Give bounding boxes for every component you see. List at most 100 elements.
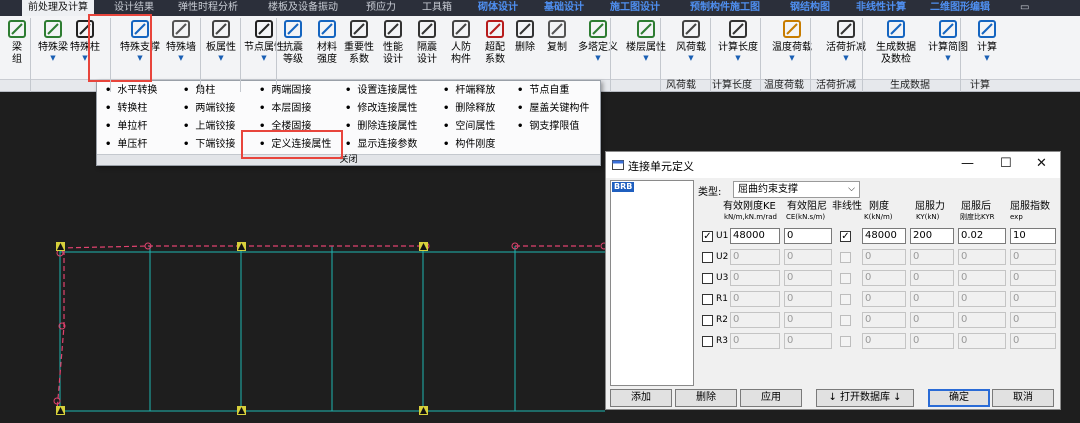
- ribbon-button-8[interactable]: 材料 强度: [314, 18, 340, 66]
- ribbon-button-23[interactable]: 计算简图 ▼: [928, 18, 968, 62]
- ribbon-button-11[interactable]: 隔震 设计: [414, 18, 440, 66]
- menu-tab-4[interactable]: 预应力: [366, 0, 396, 16]
- field-exp[interactable]: 0: [1010, 291, 1056, 307]
- dropdown-item[interactable]: • 两端铰接: [183, 102, 235, 115]
- field-kyr[interactable]: 0.02: [958, 228, 1006, 244]
- dropdown-item[interactable]: • 水平转换: [105, 84, 157, 97]
- ribbon-button-19[interactable]: 计算长度 ▼: [718, 18, 758, 62]
- field-k[interactable]: 0: [862, 333, 906, 349]
- dropdown-item[interactable]: • 屋盖关键构件: [517, 102, 589, 115]
- field-ky[interactable]: 0: [910, 270, 954, 286]
- dropdown-item[interactable]: • 设置连接属性: [345, 84, 417, 97]
- field-ce[interactable]: 0: [784, 312, 832, 328]
- window-menu-icon[interactable]: ▭: [1020, 0, 1029, 16]
- dropdown-item[interactable]: • 构件刚度: [443, 138, 495, 151]
- field-kyr[interactable]: 0: [958, 333, 1006, 349]
- dof-checkbox[interactable]: ✓: [702, 231, 713, 242]
- dropdown-item[interactable]: • 空间属性: [443, 120, 495, 133]
- ribbon-button-15[interactable]: 复制: [544, 18, 570, 54]
- dropdown-item[interactable]: • 删除连接属性: [345, 120, 417, 133]
- dropdown-item[interactable]: • 杆端释放: [443, 84, 495, 97]
- ribbon-button-18[interactable]: 风荷载 ▼: [676, 18, 706, 62]
- field-kyr[interactable]: 0: [958, 291, 1006, 307]
- ok-button[interactable]: 确定: [928, 389, 990, 407]
- ribbon-button-14[interactable]: 删除: [512, 18, 538, 54]
- dropdown-item[interactable]: • 下端铰接: [183, 138, 235, 151]
- menu-tab-8[interactable]: 施工图设计: [610, 0, 660, 16]
- nonlinear-checkbox[interactable]: [840, 294, 851, 305]
- field-kyr[interactable]: 0: [958, 312, 1006, 328]
- field-ke[interactable]: 0: [730, 291, 780, 307]
- field-ke[interactable]: 0: [730, 312, 780, 328]
- field-ce[interactable]: 0: [784, 249, 832, 265]
- field-k[interactable]: 0: [862, 249, 906, 265]
- field-ky[interactable]: 0: [910, 312, 954, 328]
- field-ky[interactable]: 200: [910, 228, 954, 244]
- ribbon-button-13[interactable]: 超配 系数: [482, 18, 508, 66]
- menu-tab-7[interactable]: 基础设计: [544, 0, 584, 16]
- nonlinear-checkbox[interactable]: [840, 336, 851, 347]
- field-k[interactable]: 0: [862, 270, 906, 286]
- field-ky[interactable]: 0: [910, 291, 954, 307]
- dropdown-item[interactable]: • 修改连接属性: [345, 102, 417, 115]
- menu-tab-6[interactable]: 砌体设计: [478, 0, 518, 16]
- menu-tab-0[interactable]: 前处理及计算: [22, 0, 94, 16]
- field-exp[interactable]: 10: [1010, 228, 1056, 244]
- dropdown-item[interactable]: • 本层固接: [259, 102, 311, 115]
- add-button[interactable]: 添加: [610, 389, 672, 407]
- dof-checkbox[interactable]: [702, 273, 713, 284]
- minimize-icon[interactable]: —: [961, 156, 974, 172]
- dropdown-item[interactable]: • 单压杆: [105, 138, 147, 151]
- nonlinear-checkbox[interactable]: ✓: [840, 231, 851, 242]
- dof-checkbox[interactable]: [702, 252, 713, 263]
- apply-button[interactable]: 应用: [740, 389, 802, 407]
- field-ke[interactable]: 0: [730, 333, 780, 349]
- menu-tab-12[interactable]: 二维图形编辑: [930, 0, 990, 16]
- dropdown-item[interactable]: • 上端铰接: [183, 120, 235, 133]
- dropdown-item[interactable]: • 两端固接: [259, 84, 311, 97]
- menu-tab-2[interactable]: 弹性时程分析: [178, 0, 238, 16]
- dof-checkbox[interactable]: [702, 294, 713, 305]
- ribbon-button-9[interactable]: 重要性 系数: [344, 18, 374, 66]
- field-k[interactable]: 0: [862, 312, 906, 328]
- field-ke[interactable]: 0: [730, 270, 780, 286]
- connection-type-list[interactable]: BRB: [610, 180, 694, 386]
- dropdown-item[interactable]: • 转换柱: [105, 102, 147, 115]
- ribbon-button-1[interactable]: 特殊梁 ▼: [38, 18, 68, 62]
- ribbon-button-20[interactable]: 温度荷载 ▼: [772, 18, 812, 62]
- ribbon-button-0[interactable]: 梁组: [4, 18, 30, 66]
- dof-checkbox[interactable]: [702, 315, 713, 326]
- ribbon-button-10[interactable]: 性能 设计: [380, 18, 406, 66]
- field-exp[interactable]: 0: [1010, 312, 1056, 328]
- ribbon-button-24[interactable]: 计算 ▼: [974, 18, 1000, 62]
- field-kyr[interactable]: 0: [958, 270, 1006, 286]
- menu-tab-5[interactable]: 工具箱: [422, 0, 452, 16]
- maximize-icon[interactable]: ☐: [1000, 156, 1012, 172]
- field-ce[interactable]: 0: [784, 333, 832, 349]
- delete-button[interactable]: 删除: [675, 389, 737, 407]
- nonlinear-checkbox[interactable]: [840, 315, 851, 326]
- ribbon-button-6[interactable]: 节点属性 ▼: [244, 18, 284, 62]
- menu-tab-9[interactable]: 预制构件施工图: [690, 0, 760, 16]
- menu-tab-10[interactable]: 钢结构图: [790, 0, 830, 16]
- dof-checkbox[interactable]: [702, 336, 713, 347]
- dropdown-item[interactable]: • 单拉杆: [105, 120, 147, 133]
- list-item[interactable]: BRB: [612, 182, 635, 192]
- field-ke[interactable]: 0: [730, 249, 780, 265]
- ribbon-button-5[interactable]: 板属性 ▼: [206, 18, 236, 62]
- ribbon-button-12[interactable]: 人防 构件: [448, 18, 474, 66]
- field-exp[interactable]: 0: [1010, 249, 1056, 265]
- field-k[interactable]: 0: [862, 291, 906, 307]
- menu-tab-11[interactable]: 非线性计算: [856, 0, 906, 16]
- ribbon-button-22[interactable]: 生成数据 及数检: [876, 18, 916, 66]
- field-exp[interactable]: 0: [1010, 333, 1056, 349]
- cancel-button[interactable]: 取消: [992, 389, 1054, 407]
- dropdown-item[interactable]: • 显示连接参数: [345, 138, 417, 151]
- ribbon-button-21[interactable]: 活荷折减 ▼: [826, 18, 866, 62]
- field-ky[interactable]: 0: [910, 333, 954, 349]
- field-k[interactable]: 48000: [862, 228, 906, 244]
- ribbon-button-4[interactable]: 特殊墙 ▼: [166, 18, 196, 62]
- ribbon-button-7[interactable]: 抗震 等级: [280, 18, 306, 66]
- field-ce[interactable]: 0: [784, 228, 832, 244]
- dropdown-item[interactable]: • 删除释放: [443, 102, 495, 115]
